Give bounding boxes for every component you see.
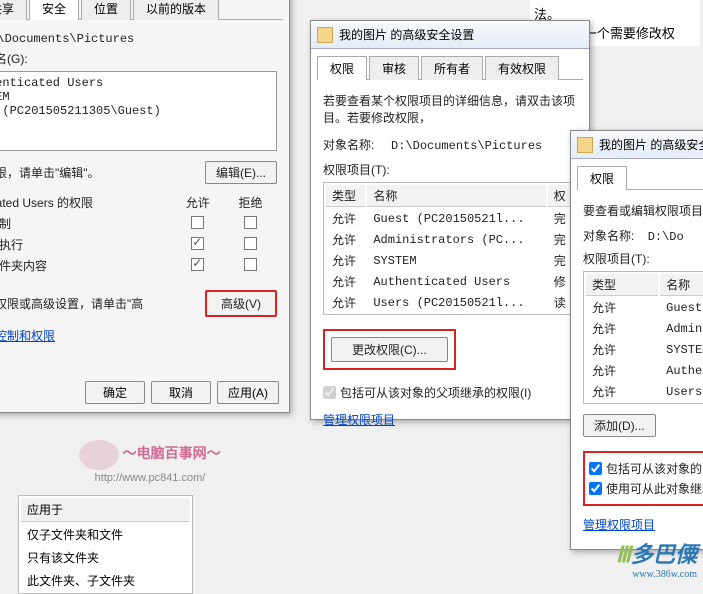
- table-row: 只有该文件夹: [21, 547, 190, 568]
- object-label: 对象名称:: [323, 138, 374, 152]
- checkbox: [244, 216, 257, 229]
- col-deny: 拒绝: [224, 192, 277, 213]
- table-row: 控制: [0, 213, 277, 234]
- rose-icon: [79, 440, 119, 470]
- ok-button[interactable]: 确定: [85, 381, 145, 404]
- users-list[interactable]: henticated Users TEM t (PC201505211305\G…: [0, 71, 277, 151]
- inherit-checkbox: [323, 386, 336, 399]
- apply-button[interactable]: 应用(A): [217, 381, 279, 404]
- table-row: 仅子文件夹和文件: [21, 524, 190, 545]
- titlebar: 我的图片 的高级安全设置: [311, 21, 589, 49]
- edit-button[interactable]: 编辑(E)...: [205, 161, 277, 184]
- col-type: 类型: [586, 274, 658, 296]
- table-row[interactable]: 允许Users (PC: [586, 382, 703, 401]
- watermark-url: http://www.pc841.com/: [95, 472, 206, 484]
- hint-text: 要查看或编辑权限项目: [583, 202, 703, 219]
- watermark-386w: Ⅲ多巴僳 www.386w.com: [616, 537, 697, 580]
- list-item[interactable]: TEM: [0, 90, 272, 104]
- table-row[interactable]: 允许SYSTEM: [586, 340, 703, 359]
- list-item[interactable]: t (PC201505211305\Guest): [0, 104, 272, 118]
- checkbox: [191, 258, 204, 271]
- tab-permissions[interactable]: 权限: [317, 56, 367, 80]
- col-type: 类型: [326, 185, 365, 207]
- properties-dialog: 共享 安全 位置 以前的版本 D:\Documents\Pictures 户名(…: [0, 0, 290, 413]
- tabs: 权限 审核 所有者 有效权限: [317, 55, 583, 80]
- col-name: 名称: [660, 274, 703, 296]
- tab-security[interactable]: 安全: [29, 0, 79, 20]
- tabs: 权限: [577, 165, 703, 190]
- object-label: 对象名称:: [583, 229, 634, 243]
- list-item[interactable]: henticated Users: [0, 76, 272, 90]
- watermark-text: 多巴僳: [631, 542, 697, 567]
- tab-previous-versions[interactable]: 以前的版本: [133, 0, 219, 20]
- change-permissions-button[interactable]: 更改权限(C)...: [331, 337, 448, 362]
- window-title: 我的图片 的高级安全设置: [339, 26, 474, 43]
- applied-to-list: 应用于 仅子文件夹和文件 只有该文件夹 此文件夹、子文件夹: [18, 495, 193, 594]
- checkbox: [191, 216, 204, 229]
- permissions-list[interactable]: 类型 名称 权 允许Guest (PC20150521l...完 允许Admin…: [323, 182, 577, 315]
- cancel-button[interactable]: 取消: [151, 381, 211, 404]
- table-row[interactable]: 允许Administr: [586, 319, 703, 338]
- permissions-list[interactable]: 类型 名称 允许Guest (PC 允许Administr 允许SYSTEM 允…: [583, 271, 703, 404]
- folder-icon: [317, 27, 333, 43]
- object-value: D:\Do: [648, 230, 684, 244]
- col-allow: 允许: [171, 192, 224, 213]
- tab-owner[interactable]: 所有者: [421, 56, 483, 80]
- manage-permissions-link[interactable]: 管理权限项目: [583, 518, 655, 532]
- tabs: 共享 安全 位置 以前的版本: [0, 0, 283, 20]
- access-control-link[interactable]: 可控制和权限: [0, 329, 55, 343]
- table-row[interactable]: 允许Administrators (PC...完: [326, 230, 574, 249]
- col-name: 名称: [367, 185, 545, 207]
- tab-location[interactable]: 位置: [81, 0, 131, 20]
- object-value: D:\Documents\Pictures: [391, 139, 542, 153]
- perm-title: icated Users 的权限: [0, 192, 171, 213]
- advanced-button[interactable]: 高级(V): [205, 290, 277, 317]
- permissions-table: icated Users 的权限 允许 拒绝 控制 和执行 文件夹内容: [0, 192, 277, 276]
- col-applied: 应用于: [21, 498, 190, 522]
- table-row[interactable]: 允许SYSTEM完: [326, 251, 574, 270]
- checkbox-label: 包括可从该对象的父: [606, 460, 703, 477]
- folder-icon: [577, 137, 593, 153]
- titlebar: 我的图片 的高级安全设: [571, 131, 703, 159]
- table-row: 文件夹内容: [0, 255, 277, 276]
- list-label: 权限项目(T):: [323, 161, 577, 178]
- watermark-brand: ～电脑百事网～: [123, 445, 221, 461]
- replace-child-checkbox[interactable]: [589, 482, 602, 495]
- table-row[interactable]: 允许Guest (PC20150521l...完: [326, 209, 574, 228]
- logo-icon: Ⅲ: [616, 542, 631, 567]
- watermark-pc841: ～电脑百事网～ http://www.pc841.com/: [50, 440, 250, 484]
- window-title: 我的图片 的高级安全设: [599, 136, 703, 153]
- table-row[interactable]: 允许Users (PC20150521l...读: [326, 293, 574, 312]
- manage-permissions-link[interactable]: 管理权限项目: [323, 413, 395, 427]
- advanced-hint: 殊权限或高级设置，请单击"高: [0, 295, 143, 312]
- tab-audit[interactable]: 审核: [369, 56, 419, 80]
- hint-text: 若要查看某个权限项目的详细信息，请双击该项目。若要修改权限，: [323, 92, 577, 126]
- table-row: 和执行: [0, 234, 277, 255]
- edit-hint: 权限，请单击"编辑"。: [0, 164, 100, 181]
- group-label: 户名(G):: [0, 50, 277, 67]
- tab-share[interactable]: 共享: [0, 0, 27, 20]
- checkbox: [244, 237, 257, 250]
- advanced-security-dialog-2: 我的图片 的高级安全设 权限 要查看或编辑权限项目 对象名称: D:\Do 权限…: [570, 130, 703, 550]
- advanced-security-dialog: 我的图片 的高级安全设置 权限 审核 所有者 有效权限 若要查看某个权限项目的详…: [310, 20, 590, 420]
- checkbox: [244, 258, 257, 271]
- object-path: D:\Documents\Pictures: [0, 32, 277, 46]
- table-row: 此文件夹、子文件夹: [21, 570, 190, 591]
- inherit-parent-checkbox[interactable]: [589, 462, 602, 475]
- tab-permissions[interactable]: 权限: [577, 166, 627, 190]
- watermark-url: www.386w.com: [616, 569, 697, 580]
- table-row[interactable]: 允许Authenticated Users修: [326, 272, 574, 291]
- add-button[interactable]: 添加(D)...: [583, 414, 656, 437]
- table-row[interactable]: 允许Authentic: [586, 361, 703, 380]
- checkbox-label: 使用可从此对象继承: [606, 480, 703, 497]
- tab-effective[interactable]: 有效权限: [485, 56, 559, 80]
- checkbox: [191, 237, 204, 250]
- list-label: 权限项目(T):: [583, 250, 703, 267]
- table-row[interactable]: 允许Guest (PC: [586, 298, 703, 317]
- inherit-label: 包括可从该对象的父项继承的权限(I): [340, 384, 531, 401]
